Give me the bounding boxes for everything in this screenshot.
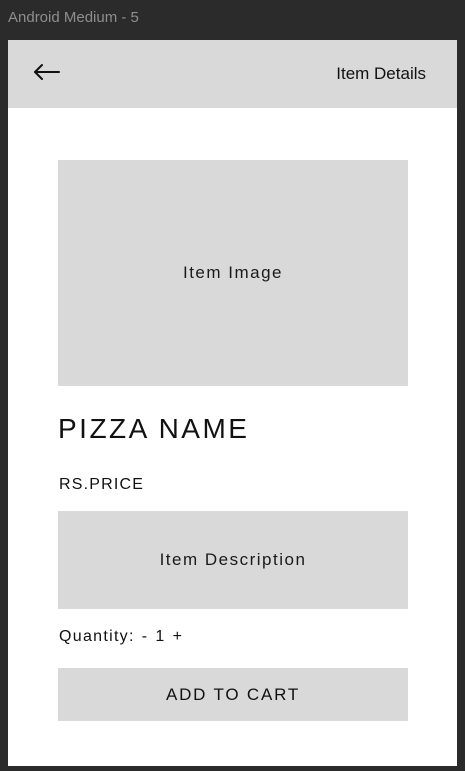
quantity-increment-button[interactable]: + (172, 628, 185, 646)
page-title: Item Details (336, 64, 426, 83)
item-description-box: Item Description (58, 511, 408, 609)
item-description-label: Item Description (159, 550, 307, 569)
back-button[interactable] (30, 60, 64, 88)
item-price: RS.PRICE (59, 476, 145, 493)
item-image-label: Item Image (182, 263, 284, 282)
frame-label: Android Medium - 5 (8, 9, 139, 26)
quantity-decrement-button[interactable]: - (141, 628, 150, 646)
quantity-row: Quantity: - 1 + (59, 628, 184, 646)
item-image-placeholder: Item Image (58, 160, 408, 386)
quantity-label: Quantity: (59, 628, 135, 645)
add-to-cart-button[interactable]: ADD TO CART (58, 668, 408, 721)
top-app-bar: Item Details (8, 40, 457, 108)
quantity-value: 1 (155, 628, 166, 645)
phone-screen: Item Details Item Image PIZZA NAME RS.PR… (8, 40, 457, 766)
pizza-name: PIZZA NAME (58, 413, 250, 444)
arrow-left-icon (33, 63, 61, 86)
